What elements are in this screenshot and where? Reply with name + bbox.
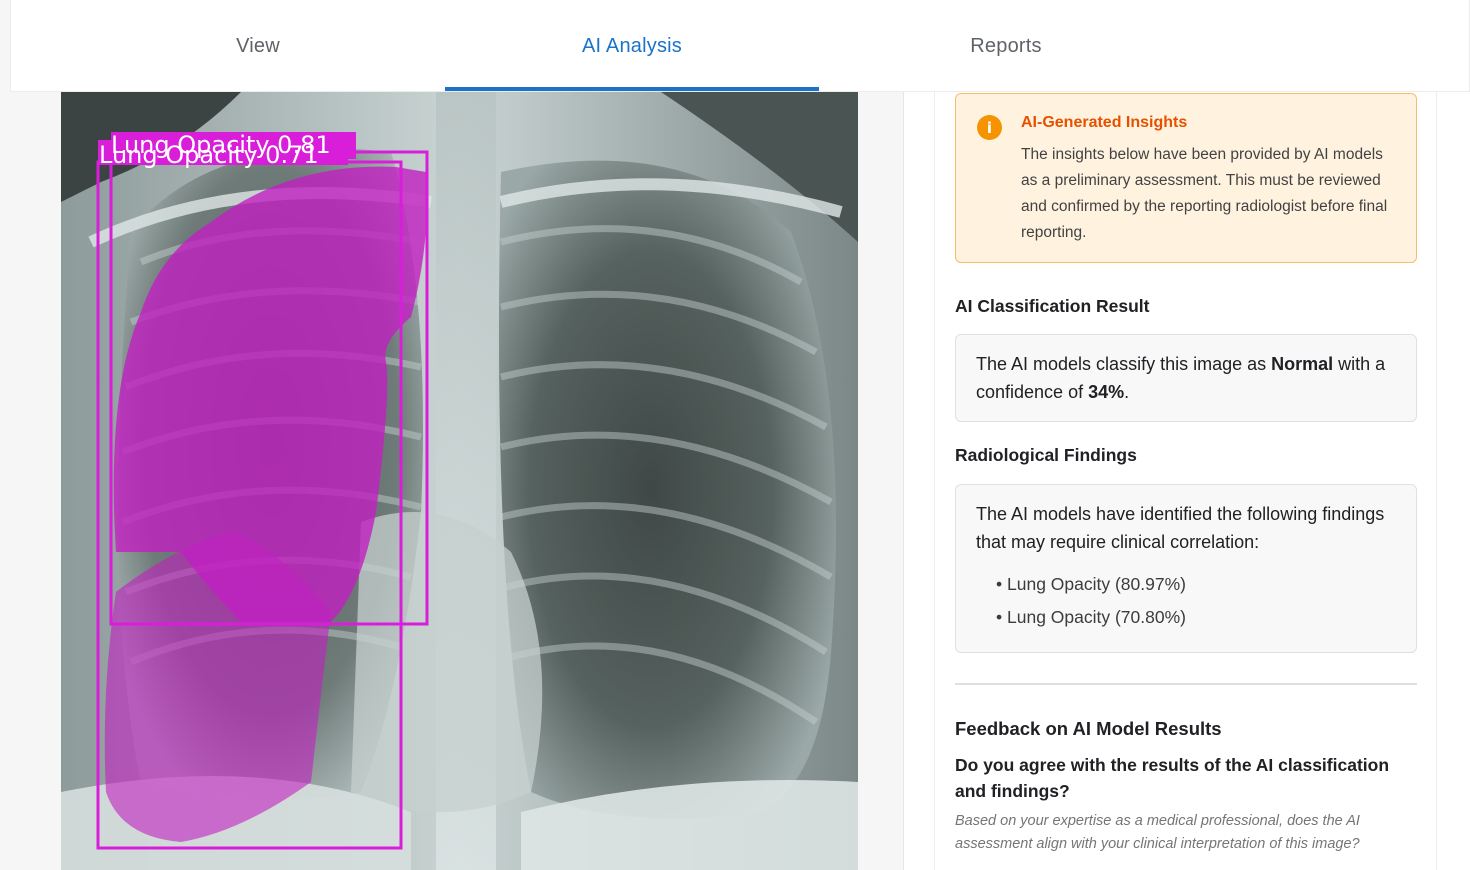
findings-intro: The AI models have identified the follow…	[976, 504, 1385, 552]
notice-title: AI-Generated Insights	[1021, 114, 1188, 131]
info-icon: i	[977, 115, 1002, 140]
notice-body: The insights below have been provided by…	[1021, 146, 1388, 241]
classification-text: The AI models classify this image as Nor…	[976, 354, 1386, 402]
classification-box: The AI models classify this image as Nor…	[955, 334, 1417, 422]
classification-heading: AI Classification Result	[955, 296, 1150, 316]
tab-reports[interactable]: Reports	[819, 0, 1193, 92]
feedback-question: Do you agree with the results of the AI …	[955, 755, 1390, 801]
tab-view[interactable]: View	[71, 0, 445, 92]
classification-label: Normal	[1271, 354, 1334, 374]
feedback-help-text: Based on your expertise as a medical pro…	[955, 813, 1360, 852]
findings-heading: Radiological Findings	[955, 445, 1137, 465]
detection-overlay: Lung Opacity 0.71 Lung Opacity 0.81	[96, 131, 429, 850]
segmentation-mask	[104, 532, 331, 842]
active-tab-indicator	[445, 87, 819, 91]
xray-image-viewer[interactable]: Lung Opacity 0.71 Lung Opacity 0.81	[61, 92, 858, 870]
ai-analysis-panel[interactable]: i AI-Generated Insights The insights bel…	[903, 92, 1470, 870]
finding-item: • Lung Opacity (70.80%)	[996, 607, 1186, 627]
finding-item: • Lung Opacity (80.97%)	[996, 574, 1186, 594]
feedback-heading: Feedback on AI Model Results	[955, 718, 1222, 739]
tab-ai-analysis[interactable]: AI Analysis	[445, 0, 819, 92]
findings-box: The AI models have identified the follow…	[955, 484, 1417, 653]
section-divider	[955, 683, 1417, 685]
tab-bar: View AI Analysis Reports	[10, 0, 1470, 92]
detection-label: Lung Opacity 0.81	[111, 131, 331, 159]
ai-insights-notice: i AI-Generated Insights The insights bel…	[955, 93, 1417, 263]
classification-confidence: 34%	[1088, 382, 1125, 402]
